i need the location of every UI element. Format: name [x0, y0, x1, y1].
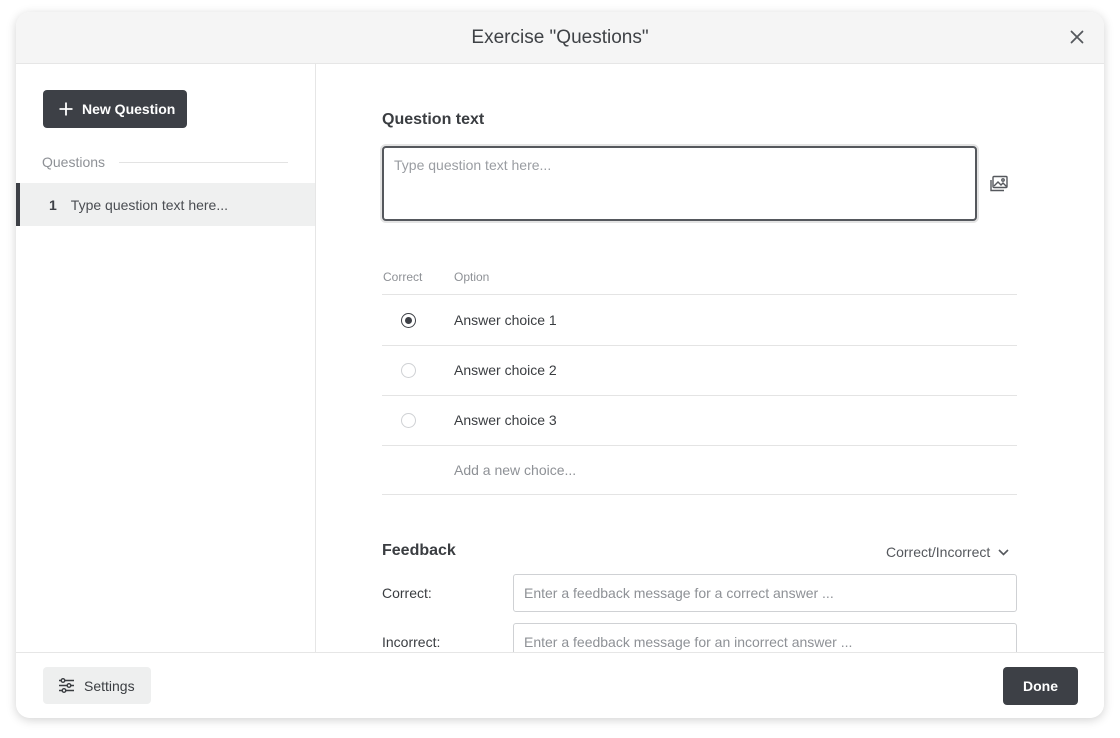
correct-feedback-label: Correct: — [382, 585, 432, 601]
question-preview-text: Type question text here... — [70, 196, 229, 213]
question-text-input[interactable] — [382, 146, 977, 221]
incorrect-feedback-label: Incorrect: — [382, 634, 441, 650]
modal-title: Exercise "Questions" — [471, 26, 649, 48]
question-list-item[interactable]: 1 Type question text here... — [16, 183, 315, 226]
question-text-label: Question text — [382, 111, 485, 128]
option-text[interactable]: Answer choice 2 — [454, 362, 557, 378]
question-number: 1 — [49, 196, 57, 213]
new-question-label: New Question — [82, 101, 176, 117]
sidebar: New Question Questions 1 Type question t… — [16, 64, 316, 652]
chevron-down-icon — [998, 548, 1009, 556]
incorrect-feedback-input[interactable] — [513, 623, 1017, 652]
modal-footer: Settings Done — [16, 652, 1104, 718]
correct-column-header: Correct — [383, 270, 423, 284]
feedback-label: Feedback — [382, 542, 456, 559]
correct-radio[interactable] — [401, 313, 416, 328]
insert-image-button[interactable] — [989, 174, 1009, 194]
option-row: Answer choice 2 — [382, 346, 1017, 396]
new-question-button[interactable]: New Question — [43, 90, 187, 128]
sliders-icon — [59, 678, 74, 693]
option-text[interactable]: Answer choice 1 — [454, 312, 557, 328]
option-row: Answer choice 3 — [382, 396, 1017, 446]
options-header: Correct Option — [382, 269, 1017, 295]
plus-icon — [59, 102, 73, 116]
add-choice-row: Add a new choice... — [382, 446, 1017, 495]
option-text[interactable]: Answer choice 3 — [454, 412, 557, 428]
option-row: Answer choice 1 — [382, 296, 1017, 346]
option-column-header: Option — [454, 270, 490, 284]
feedback-mode-value: Correct/Incorrect — [886, 544, 991, 560]
feedback-mode-dropdown[interactable]: Correct/Incorrect — [886, 544, 1009, 560]
close-button[interactable] — [1066, 26, 1088, 48]
modal-header: Exercise "Questions" — [16, 12, 1104, 64]
correct-radio[interactable] — [401, 413, 416, 428]
questions-heading: Questions — [42, 154, 288, 170]
settings-button[interactable]: Settings — [43, 667, 151, 704]
image-icon — [990, 175, 1008, 192]
exercise-modal: Exercise "Questions" New Question Questi… — [16, 12, 1104, 718]
settings-label: Settings — [84, 677, 135, 694]
question-editor: Question text Correct Option Answer choi… — [316, 64, 1104, 652]
done-button[interactable]: Done — [1003, 667, 1078, 705]
correct-feedback-input[interactable] — [513, 574, 1017, 612]
heading-divider — [119, 161, 288, 163]
questions-heading-label: Questions — [42, 154, 106, 170]
add-choice-input[interactable]: Add a new choice... — [454, 462, 576, 478]
correct-radio[interactable] — [401, 363, 416, 378]
close-icon — [1070, 30, 1084, 44]
